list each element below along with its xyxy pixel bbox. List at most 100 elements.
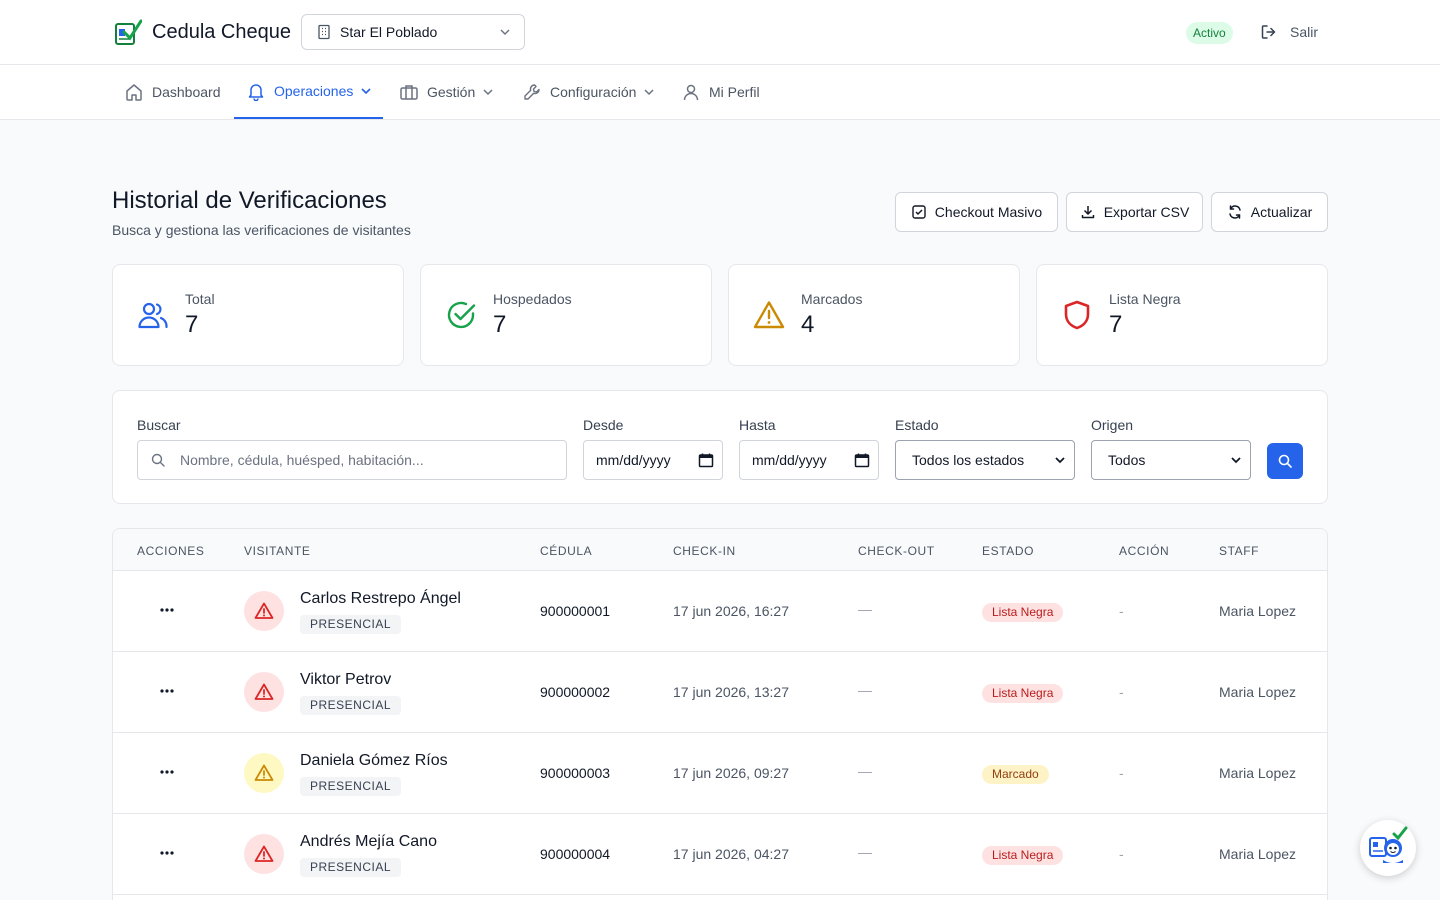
nav-configuracion[interactable]: Configuración [510, 65, 668, 119]
export-csv-button[interactable]: Exportar CSV [1066, 192, 1203, 232]
cedula-value: 900000004 [540, 846, 611, 862]
checkout-value: — [858, 601, 872, 617]
avatar [244, 672, 284, 712]
users-icon [137, 299, 169, 331]
bell-icon [246, 81, 266, 101]
date-from-value: mm/dd/yyyy [596, 452, 671, 468]
action-value: - [1119, 603, 1124, 619]
checkout-masivo-button[interactable]: Checkout Masivo [895, 192, 1058, 232]
search-label: Buscar [137, 417, 181, 433]
chevron-down-icon [481, 85, 495, 99]
action-value: - [1119, 846, 1124, 862]
stat-label: Lista Negra [1109, 291, 1181, 307]
table-row[interactable]: Carlos Restrepo Ángel PRESENCIAL 9000000… [113, 571, 1327, 652]
warning-icon [254, 844, 274, 864]
stat-label: Total [185, 291, 215, 307]
nav-operaciones[interactable]: Operaciones [234, 65, 383, 119]
avatar [244, 834, 284, 874]
filters-panel: Buscar Nombre, cédula, huésped, habitaci… [112, 390, 1328, 504]
search-icon [1277, 453, 1293, 469]
status-badge: Lista Negra [982, 846, 1064, 865]
assistant-bot-icon [1366, 824, 1410, 873]
status-badge: Lista Negra [982, 684, 1064, 703]
visitor-name[interactable]: Andrés Mejía Cano [300, 833, 437, 851]
origin-tag: PRESENCIAL [300, 615, 402, 634]
staff-value: Maria Lopez [1219, 684, 1297, 700]
action-value: - [1119, 765, 1124, 781]
table-row[interactable]: Viktor Petrov PRESENCIAL 900000002 17 ju… [113, 652, 1327, 733]
venue-selector[interactable]: Star El Poblado [301, 14, 525, 50]
calendar-icon[interactable] [698, 452, 714, 468]
status-select[interactable]: Todos los estados [895, 440, 1075, 480]
table-row[interactable]: Daniela Gómez Ríos PRESENCIAL 900000003 … [113, 733, 1327, 814]
table-row[interactable]: Andrés Mejía Cano PRESENCIAL 900000004 1… [113, 814, 1327, 895]
check-circle-icon [445, 299, 477, 331]
search-button[interactable] [1267, 443, 1303, 479]
more-actions-icon[interactable] [157, 600, 177, 620]
warning-icon [254, 682, 274, 702]
status-label: Estado [895, 417, 939, 433]
more-actions-icon[interactable] [157, 681, 177, 701]
calendar-icon[interactable] [854, 452, 870, 468]
cedula-value: 900000002 [540, 684, 611, 700]
chevron-down-icon [359, 84, 373, 98]
status-badge: Lista Negra [982, 603, 1064, 622]
visitor-name[interactable]: Viktor Petrov [300, 671, 391, 689]
visitor-name[interactable]: Daniela Gómez Ríos [300, 752, 448, 770]
page-subtitle: Busca y gestiona las verificaciones de v… [112, 222, 411, 238]
check-id-logo-icon[interactable] [114, 18, 143, 46]
warning-icon [254, 763, 274, 783]
more-actions-icon[interactable] [157, 843, 177, 863]
date-from-input[interactable]: mm/dd/yyyy [583, 440, 723, 480]
stat-card-hospedados: Hospedados 7 [420, 264, 712, 366]
status-badge: Activo [1186, 22, 1233, 44]
app-title[interactable]: Cedula Cheque [152, 19, 291, 45]
column-header: STAFF [1219, 544, 1260, 558]
stat-value: 7 [185, 311, 199, 338]
stat-card-lista-negra: Lista Negra 7 [1036, 264, 1328, 366]
date-to-value: mm/dd/yyyy [752, 452, 827, 468]
stat-label: Marcados [801, 291, 863, 307]
download-icon [1080, 204, 1096, 220]
origin-tag: PRESENCIAL [300, 696, 402, 715]
warning-icon [753, 299, 785, 331]
visitor-name[interactable]: Carlos Restrepo Ángel [300, 590, 461, 608]
status-badge: Marcado [982, 765, 1049, 784]
checkin-value: 17 jun 2026, 04:27 [673, 846, 789, 862]
checkbox-icon [911, 204, 927, 220]
search-icon [150, 452, 166, 468]
column-header: ACCIÓN [1119, 544, 1170, 558]
cedula-value: 900000001 [540, 603, 611, 619]
stat-value: 4 [801, 311, 815, 338]
stat-value: 7 [493, 311, 507, 338]
nav-label: Gestión [427, 84, 476, 100]
search-placeholder: Nombre, cédula, huésped, habitación... [180, 452, 424, 468]
logout-icon [1260, 23, 1278, 41]
nav-gestion[interactable]: Gestión [387, 65, 507, 119]
nav-mi-perfil[interactable]: Mi Perfil [669, 65, 772, 119]
column-header: CÉDULA [540, 544, 593, 558]
nav-label: Mi Perfil [709, 84, 760, 100]
shield-icon [1061, 299, 1093, 331]
user-icon [681, 82, 701, 102]
wrench-icon [522, 82, 542, 102]
search-input[interactable]: Nombre, cédula, huésped, habitación... [137, 440, 567, 480]
origin-select[interactable]: Todos [1091, 440, 1251, 480]
origin-select-value: Todos [1108, 452, 1146, 468]
page-title: Historial de Verificaciones [112, 187, 387, 214]
checkout-value: — [858, 844, 872, 860]
refresh-button[interactable]: Actualizar [1211, 192, 1328, 232]
top-bar: Cedula Cheque Star El Poblado Activo Sal… [0, 0, 1440, 65]
assistant-bot-button[interactable] [1360, 820, 1416, 876]
more-actions-icon[interactable] [157, 762, 177, 782]
action-value: - [1119, 684, 1124, 700]
briefcase-icon [399, 82, 419, 102]
date-to-input[interactable]: mm/dd/yyyy [739, 440, 879, 480]
avatar [244, 591, 284, 631]
refresh-icon [1227, 204, 1243, 220]
stat-value: 7 [1109, 311, 1123, 338]
checkout-value: — [858, 682, 872, 698]
logout-button[interactable]: Salir [1260, 20, 1318, 44]
nav-dashboard[interactable]: Dashboard [112, 65, 233, 119]
origin-tag: PRESENCIAL [300, 858, 402, 877]
